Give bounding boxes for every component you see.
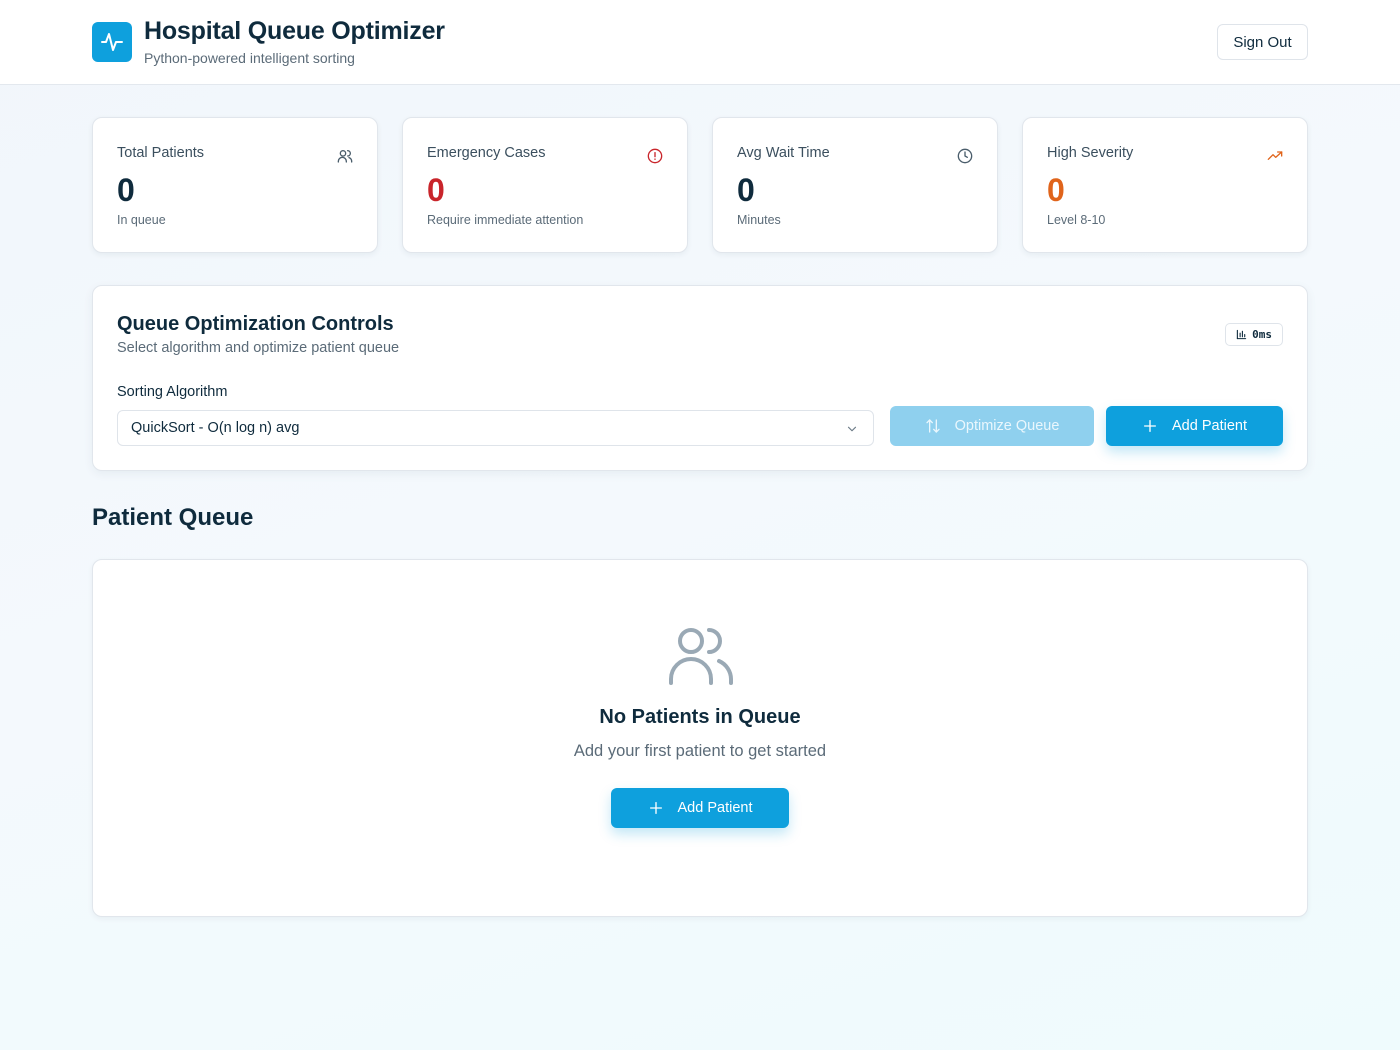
clock-icon <box>957 148 973 164</box>
activity-icon <box>92 22 132 62</box>
plus-icon <box>649 802 662 814</box>
sorting-algorithm-select[interactable]: QuickSort - O(n log n) avg <box>117 410 874 446</box>
optimize-queue-label: Optimize Queue <box>954 418 1060 434</box>
queue-optimization-controls: Queue Optimization Controls Select algor… <box>92 285 1308 471</box>
stat-note: Require immediate attention <box>427 213 584 227</box>
stat-card-total-patients: Total Patients 0 In queue <box>92 117 378 253</box>
bar-chart-icon <box>1236 329 1247 340</box>
add-first-patient-button[interactable]: Add Patient <box>611 788 789 828</box>
patient-queue-empty-state: No Patients in Queue Add your first pati… <box>92 559 1308 917</box>
app-title: Hospital Queue Optimizer <box>144 17 445 45</box>
stat-label: Avg Wait Time <box>737 145 830 161</box>
selected-algorithm: QuickSort - O(n log n) avg <box>131 420 300 436</box>
trending-up-icon <box>1267 151 1283 160</box>
stat-value: 0 <box>117 172 135 208</box>
alert-circle-icon <box>647 148 663 164</box>
stat-note: Minutes <box>737 213 781 227</box>
stat-label: High Severity <box>1047 145 1134 161</box>
optimize-queue-button[interactable]: Optimize Queue <box>890 406 1094 446</box>
stat-note: Level 8-10 <box>1047 213 1106 227</box>
empty-state-subtitle: Add your first patient to get started <box>573 742 827 760</box>
controls-subtitle: Select algorithm and optimize patient qu… <box>117 340 400 356</box>
stat-value: 0 <box>737 172 755 208</box>
sign-out-button[interactable]: Sign Out <box>1217 24 1308 60</box>
stat-card-emergency-cases: Emergency Cases 0 Require immediate atte… <box>402 117 688 253</box>
add-patient-button[interactable]: Add Patient <box>1106 406 1283 446</box>
stat-card-high-severity: High Severity 0 Level 8-10 <box>1022 117 1308 253</box>
timing-badge: 0ms <box>1225 323 1283 346</box>
stat-label: Emergency Cases <box>427 145 546 161</box>
users-icon <box>669 628 733 685</box>
add-patient-label: Add Patient <box>677 800 753 816</box>
app-header: Hospital Queue Optimizer Python-powered … <box>0 0 1400 85</box>
patient-queue-title: Patient Queue <box>92 504 254 531</box>
add-patient-label: Add Patient <box>1172 418 1247 434</box>
users-icon <box>337 150 353 163</box>
sort-arrows-icon <box>925 419 940 433</box>
controls-title: Queue Optimization Controls <box>117 313 394 335</box>
stat-card-avg-wait-time: Avg Wait Time 0 Minutes <box>712 117 998 253</box>
empty-state-title: No Patients in Queue <box>599 706 801 728</box>
sorting-algorithm-label: Sorting Algorithm <box>117 384 228 400</box>
app-subtitle: Python-powered intelligent sorting <box>144 50 355 66</box>
stat-label: Total Patients <box>117 145 205 161</box>
stat-note: In queue <box>117 213 166 227</box>
timing-value: 0ms <box>1252 328 1272 341</box>
stat-value: 0 <box>1047 172 1065 208</box>
chevron-down-icon <box>847 426 857 432</box>
plus-icon <box>1144 420 1156 432</box>
stat-value: 0 <box>427 172 445 208</box>
